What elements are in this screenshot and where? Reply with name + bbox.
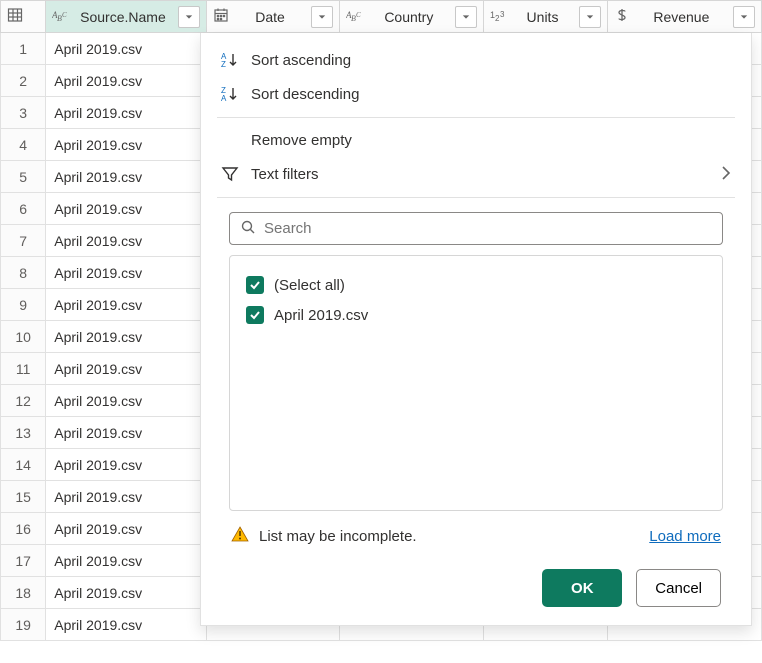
source-name-cell[interactable]: April 2019.csv (46, 33, 206, 65)
filter-dropdown-button[interactable] (455, 6, 477, 28)
svg-text:C: C (62, 11, 67, 19)
svg-text:3: 3 (500, 10, 505, 19)
filter-value-row[interactable]: April 2019.csv (246, 300, 706, 330)
row-number-cell: 18 (1, 577, 46, 609)
column-label: Country (368, 9, 449, 25)
row-number-cell: 15 (1, 481, 46, 513)
column-header-source-name[interactable]: A B C Source.Name (46, 1, 206, 33)
select-all-row[interactable]: (Select all) (246, 270, 706, 300)
column-header-date[interactable]: Date (206, 1, 340, 33)
filter-dropdown-button[interactable] (733, 6, 755, 28)
sort-asc-icon: A Z (221, 51, 239, 69)
search-input[interactable] (264, 220, 712, 237)
row-number-cell: 12 (1, 385, 46, 417)
text-type-icon: A B C (346, 7, 362, 26)
source-name-cell[interactable]: April 2019.csv (46, 513, 206, 545)
row-number-cell: 7 (1, 225, 46, 257)
checkbox-checked-icon[interactable] (246, 276, 264, 294)
source-name-cell[interactable]: April 2019.csv (46, 417, 206, 449)
incomplete-warning-text: List may be incomplete. (259, 528, 417, 545)
menu-label: Remove empty (251, 132, 731, 149)
search-icon (240, 219, 256, 238)
source-name-cell[interactable]: April 2019.csv (46, 257, 206, 289)
sort-descending-item[interactable]: Z A Sort descending (201, 77, 751, 111)
menu-label: Text filters (251, 166, 709, 183)
source-name-cell[interactable]: April 2019.csv (46, 289, 206, 321)
menu-label: Sort ascending (251, 52, 731, 69)
column-header-units[interactable]: 1 2 3 Units (484, 1, 607, 33)
filter-values-list: (Select all) April 2019.csv (229, 255, 723, 511)
calendar-icon (213, 7, 229, 26)
source-name-cell[interactable]: April 2019.csv (46, 577, 206, 609)
source-name-cell[interactable]: April 2019.csv (46, 321, 206, 353)
column-header-country[interactable]: A B C Country (340, 1, 484, 33)
checkbox-checked-icon[interactable] (246, 306, 264, 324)
source-name-cell[interactable]: April 2019.csv (46, 65, 206, 97)
column-header-revenue[interactable]: Revenue (607, 1, 761, 33)
column-label: Units (512, 9, 572, 25)
filter-icon (221, 165, 239, 183)
filter-value-label: April 2019.csv (274, 307, 368, 324)
row-number-cell: 4 (1, 129, 46, 161)
menu-separator (217, 197, 735, 198)
source-name-cell[interactable]: April 2019.csv (46, 609, 206, 641)
sort-desc-icon: Z A (221, 85, 239, 103)
row-number-cell: 9 (1, 289, 46, 321)
row-number-header[interactable] (1, 1, 46, 33)
filter-dropdown-button[interactable] (579, 6, 601, 28)
sort-ascending-item[interactable]: A Z Sort ascending (201, 43, 751, 77)
svg-text:A: A (221, 94, 227, 103)
source-name-cell[interactable]: April 2019.csv (46, 385, 206, 417)
filter-dropdown-button[interactable] (178, 6, 200, 28)
row-number-cell: 6 (1, 193, 46, 225)
svg-text:C: C (356, 11, 361, 19)
row-number-cell: 8 (1, 257, 46, 289)
text-type-icon: A B C (52, 7, 68, 26)
column-label: Revenue (636, 9, 727, 25)
row-number-cell: 3 (1, 97, 46, 129)
source-name-cell[interactable]: April 2019.csv (46, 353, 206, 385)
select-all-label: (Select all) (274, 277, 345, 294)
row-number-cell: 19 (1, 609, 46, 641)
search-box[interactable] (229, 212, 723, 245)
menu-separator (217, 117, 735, 118)
number-type-icon: 1 2 3 (490, 7, 506, 26)
source-name-cell[interactable]: April 2019.csv (46, 545, 206, 577)
filter-dropdown-button[interactable] (311, 6, 333, 28)
row-number-cell: 1 (1, 33, 46, 65)
menu-label: Sort descending (251, 86, 731, 103)
chevron-right-icon (721, 166, 731, 183)
warning-icon (231, 525, 249, 547)
remove-empty-item[interactable]: Remove empty (201, 124, 751, 157)
row-number-cell: 17 (1, 545, 46, 577)
row-number-cell: 16 (1, 513, 46, 545)
svg-text:Z: Z (221, 60, 226, 69)
column-label: Date (235, 9, 306, 25)
source-name-cell[interactable]: April 2019.csv (46, 449, 206, 481)
column-label: Source.Name (74, 9, 171, 25)
row-number-cell: 13 (1, 417, 46, 449)
cancel-button[interactable]: Cancel (636, 569, 721, 607)
filter-dropdown-panel: A Z Sort ascending Z A Sort descending R… (200, 33, 752, 626)
row-number-cell: 2 (1, 65, 46, 97)
load-more-link[interactable]: Load more (649, 528, 721, 545)
source-name-cell[interactable]: April 2019.csv (46, 481, 206, 513)
row-number-cell: 5 (1, 161, 46, 193)
ok-button[interactable]: OK (542, 569, 622, 607)
table-icon (7, 7, 23, 26)
row-number-cell: 10 (1, 321, 46, 353)
text-filters-item[interactable]: Text filters (201, 157, 751, 191)
source-name-cell[interactable]: April 2019.csv (46, 97, 206, 129)
source-name-cell[interactable]: April 2019.csv (46, 129, 206, 161)
row-number-cell: 14 (1, 449, 46, 481)
source-name-cell[interactable]: April 2019.csv (46, 225, 206, 257)
row-number-cell: 11 (1, 353, 46, 385)
source-name-cell[interactable]: April 2019.csv (46, 193, 206, 225)
currency-type-icon (614, 7, 630, 26)
source-name-cell[interactable]: April 2019.csv (46, 161, 206, 193)
